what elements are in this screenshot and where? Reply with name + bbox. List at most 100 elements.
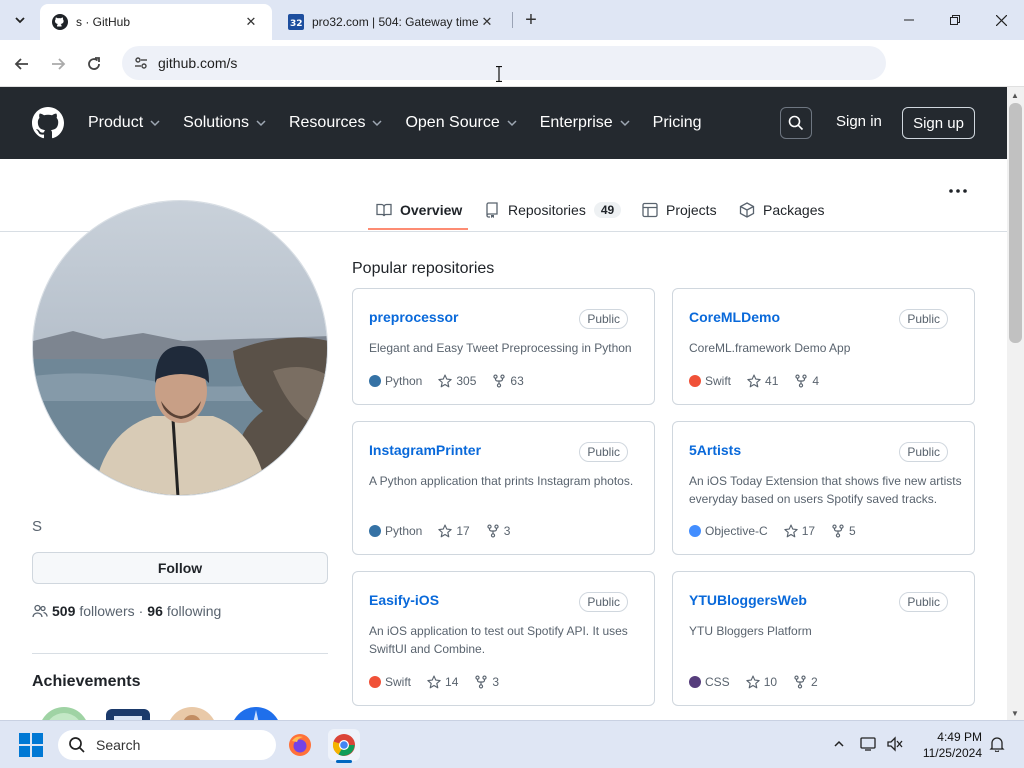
arrow-right-icon <box>52 58 66 70</box>
more-options-icon[interactable] <box>948 183 968 199</box>
following-label[interactable]: following <box>167 603 221 619</box>
nav-label: Pricing <box>652 114 702 131</box>
notification-bell-icon[interactable] <box>986 733 1008 755</box>
text-cursor-icon <box>496 66 502 82</box>
browser-toolbar: github.com/s <box>0 40 1024 114</box>
tab-search-button[interactable] <box>8 8 32 32</box>
repo-description: YTU Bloggers Platform <box>689 624 812 638</box>
browser-tab-pro32[interactable]: 32 pro32.com | 504: Gateway time ✕ <box>276 4 508 40</box>
language-color-dot <box>369 375 381 387</box>
repo-stars-link[interactable]: 41 <box>747 374 778 388</box>
achievement-badge[interactable] <box>166 706 218 720</box>
followers-label[interactable]: followers <box>79 603 134 619</box>
forks-count: 5 <box>849 524 856 538</box>
search-button[interactable] <box>780 107 812 139</box>
clock-date: 11/25/2024 <box>922 746 982 760</box>
scroll-up-icon[interactable]: ▲ <box>1011 91 1019 100</box>
followers-count[interactable]: 509 <box>52 603 75 619</box>
firefox-taskbar-icon[interactable] <box>284 729 316 761</box>
repo-stars-link[interactable]: 17 <box>438 524 470 538</box>
forks-count: 4 <box>812 374 820 388</box>
following-count[interactable]: 96 <box>147 603 163 619</box>
selected-tab-underline <box>368 228 468 230</box>
browser-tab-github[interactable]: s · GitHub ✕ <box>40 4 272 40</box>
minimize-button[interactable] <box>886 0 932 40</box>
network-icon[interactable] <box>858 733 880 755</box>
package-icon <box>739 202 755 218</box>
repo-stars-link[interactable]: 17 <box>783 524 815 538</box>
taskbar-clock[interactable]: 4:49 PM 11/25/2024 <box>910 729 982 761</box>
tab-repositories[interactable]: Repositories 49 <box>476 191 629 229</box>
repo-name-link[interactable]: CoreMLDemo <box>689 309 780 325</box>
maximize-button[interactable] <box>932 0 978 40</box>
browser-tab-strip: s · GitHub ✕ 32 pro32.com | 504: Gateway… <box>0 0 1024 40</box>
repo-stars-link[interactable]: 14 <box>427 675 458 689</box>
page-scrollbar[interactable]: ▲ ▼ <box>1007 87 1024 720</box>
repo-name-link[interactable]: preprocessor <box>369 309 458 325</box>
repo-meta: Objective-C 17 5 <box>689 524 856 538</box>
achievement-badge[interactable] <box>102 706 154 720</box>
close-tab-icon[interactable]: ✕ <box>242 13 260 31</box>
nav-label: Resources <box>288 114 366 131</box>
nav-product[interactable]: Product <box>88 114 161 132</box>
address-bar[interactable]: github.com/s <box>122 46 886 80</box>
new-tab-button[interactable]: + <box>519 8 543 32</box>
restore-icon <box>950 15 960 25</box>
tab-projects[interactable]: Projects <box>634 191 725 229</box>
close-window-button[interactable] <box>978 0 1024 40</box>
nav-open-source[interactable]: Open Source <box>405 114 517 132</box>
tab-packages[interactable]: Packages <box>731 191 832 229</box>
repo-stars-link[interactable]: 305 <box>438 374 476 388</box>
table-icon <box>642 202 658 218</box>
repo-name-link[interactable]: Easify-iOS <box>369 592 439 608</box>
language-color-dot <box>369 525 381 537</box>
forward-button[interactable] <box>44 50 72 78</box>
avatar[interactable] <box>32 200 328 496</box>
repo-description: An iOS Today Extension that shows five n… <box>689 474 962 506</box>
follow-stats: 509 followers · 96 following <box>32 603 221 619</box>
forks-count: 3 <box>503 524 511 538</box>
repo-name-link[interactable]: InstagramPrinter <box>369 442 481 458</box>
reload-icon <box>88 57 100 70</box>
book-icon <box>376 202 392 218</box>
chrome-taskbar-icon[interactable] <box>328 729 360 763</box>
scroll-down-icon[interactable]: ▼ <box>1011 709 1019 718</box>
star-icon <box>438 524 453 538</box>
forks-count: 2 <box>811 675 818 689</box>
nav-enterprise[interactable]: Enterprise <box>540 114 631 132</box>
repo-forks-link[interactable]: 2 <box>793 675 818 689</box>
repo-forks-link[interactable]: 3 <box>474 675 499 689</box>
site-info-icon[interactable] <box>130 52 152 74</box>
follow-button[interactable]: Follow <box>32 552 328 584</box>
back-button[interactable] <box>8 50 36 78</box>
nav-resources[interactable]: Resources <box>289 114 383 132</box>
repo-forks-link[interactable]: 4 <box>794 374 819 388</box>
visibility-badge: Public <box>579 592 628 612</box>
reload-button[interactable] <box>80 50 108 78</box>
repo-forks-link[interactable]: 3 <box>486 524 511 538</box>
taskbar-search-box[interactable]: Search <box>58 730 276 760</box>
people-icon <box>32 604 48 618</box>
tab-overview[interactable]: Overview <box>368 191 470 229</box>
repo-forks-link[interactable]: 5 <box>831 524 856 538</box>
repo-name-link[interactable]: YTUBloggersWeb <box>689 592 807 608</box>
windows-start-icon[interactable] <box>19 733 43 757</box>
repo-forks-link[interactable]: 63 <box>492 374 524 388</box>
repo-stars-link[interactable]: 10 <box>745 675 777 689</box>
tab-title: pro32.com | 504: Gateway time <box>312 15 478 29</box>
sign-in-link[interactable]: Sign in <box>836 113 882 130</box>
nav-label: Product <box>88 114 144 131</box>
repo-name-link[interactable]: 5Artists <box>689 442 741 458</box>
nav-solutions[interactable]: Solutions <box>183 114 267 132</box>
nav-pricing[interactable]: Pricing <box>653 114 702 132</box>
sign-up-button[interactable]: Sign up <box>902 107 975 139</box>
achievement-badge[interactable] <box>38 706 90 720</box>
achievement-badge[interactable] <box>230 706 282 720</box>
chevron-down-icon <box>372 120 382 127</box>
volume-muted-icon[interactable] <box>884 733 906 755</box>
stats-separator: · <box>138 603 144 619</box>
scroll-thumb[interactable] <box>1009 103 1022 343</box>
github-logo-icon[interactable] <box>32 107 64 139</box>
show-hidden-icons-chevron-up-icon[interactable] <box>828 733 850 755</box>
close-tab-icon[interactable]: ✕ <box>478 13 496 31</box>
